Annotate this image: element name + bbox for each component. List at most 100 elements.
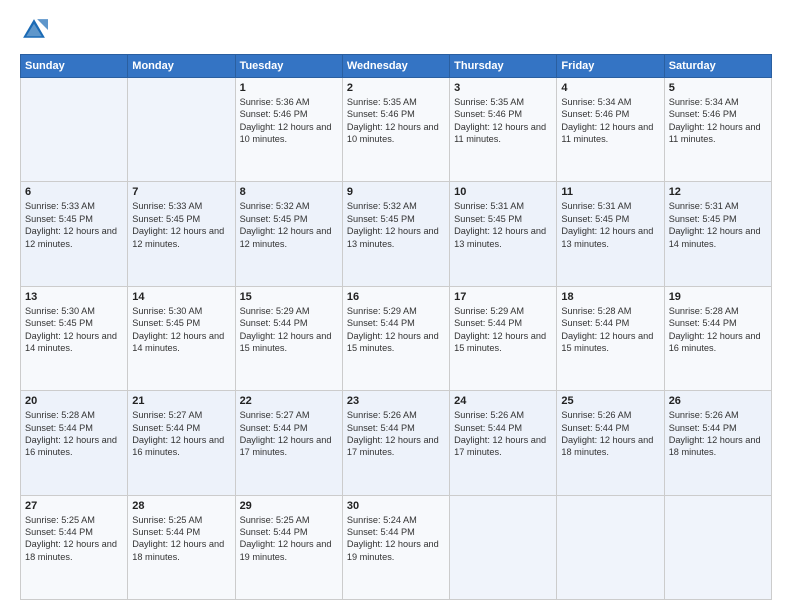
day-detail: Sunrise: 5:24 AMSunset: 5:44 PMDaylight:… [347, 514, 445, 564]
calendar-cell [664, 495, 771, 599]
calendar-cell: 17 Sunrise: 5:29 AMSunset: 5:44 PMDayligh… [450, 286, 557, 390]
calendar-cell: 20Sunrise: 5:28 AMSunset: 5:44 PMDayligh… [21, 391, 128, 495]
day-detail: Sunrise: 5:34 AMSunset: 5:46 PMDaylight:… [561, 96, 659, 146]
weekday-header-friday: Friday [557, 55, 664, 78]
day-detail: Sunrise: 5:30 AMSunset: 5:45 PMDaylight:… [132, 305, 230, 355]
day-detail: Sunrise: 5:25 AMSunset: 5:44 PMDaylight:… [132, 514, 230, 564]
calendar-cell: 15Sunrise: 5:29 AMSunset: 5:44 PMDayligh… [235, 286, 342, 390]
week-row-5: 27 Sunrise: 5:25 AMSunset: 5:44 PMDayligh… [21, 495, 772, 599]
day-detail: Sunrise: 5:29 AMSunset: 5:44 PMDaylight:… [240, 305, 338, 355]
calendar-cell: 28 Sunrise: 5:25 AMSunset: 5:44 PMDayligh… [128, 495, 235, 599]
calendar-cell: 18 Sunrise: 5:28 AMSunset: 5:44 PMDayligh… [557, 286, 664, 390]
day-number: 22 [240, 395, 338, 407]
day-number: 27 [25, 500, 123, 512]
day-number: 20 [25, 395, 123, 407]
calendar-cell: 29 Sunrise: 5:25 AMSunset: 5:44 PMDayligh… [235, 495, 342, 599]
calendar-cell: 10 Sunrise: 5:31 AMSunset: 5:45 PMDayligh… [450, 182, 557, 286]
day-number: 1 [240, 82, 338, 94]
weekday-header-tuesday: Tuesday [235, 55, 342, 78]
page: SundayMondayTuesdayWednesdayThursdayFrid… [0, 0, 792, 612]
calendar-cell: 23 Sunrise: 5:26 AMSunset: 5:44 PMDayligh… [342, 391, 449, 495]
day-detail: Sunrise: 5:35 AMSunset: 5:46 PMDaylight:… [454, 96, 552, 146]
week-row-1: 1Sunrise: 5:36 AMSunset: 5:46 PMDaylight… [21, 78, 772, 182]
calendar-cell: 4 Sunrise: 5:34 AMSunset: 5:46 PMDaylight… [557, 78, 664, 182]
day-detail: Sunrise: 5:25 AMSunset: 5:44 PMDaylight:… [25, 514, 123, 564]
day-detail: Sunrise: 5:25 AMSunset: 5:44 PMDaylight:… [240, 514, 338, 564]
day-detail: Sunrise: 5:27 AMSunset: 5:44 PMDaylight:… [240, 409, 338, 459]
day-detail: Sunrise: 5:29 AMSunset: 5:44 PMDaylight:… [347, 305, 445, 355]
calendar-cell: 11 Sunrise: 5:31 AMSunset: 5:45 PMDayligh… [557, 182, 664, 286]
day-number: 18 [561, 291, 659, 303]
week-row-4: 20Sunrise: 5:28 AMSunset: 5:44 PMDayligh… [21, 391, 772, 495]
day-number: 3 [454, 82, 552, 94]
day-number: 29 [240, 500, 338, 512]
calendar-cell: 1Sunrise: 5:36 AMSunset: 5:46 PMDaylight… [235, 78, 342, 182]
calendar-table: SundayMondayTuesdayWednesdayThursdayFrid… [20, 54, 772, 600]
weekday-header-saturday: Saturday [664, 55, 771, 78]
day-number: 11 [561, 186, 659, 198]
calendar-cell: 27 Sunrise: 5:25 AMSunset: 5:44 PMDayligh… [21, 495, 128, 599]
logo-icon [20, 16, 48, 44]
day-number: 12 [669, 186, 767, 198]
day-detail: Sunrise: 5:32 AMSunset: 5:45 PMDaylight:… [240, 200, 338, 250]
week-row-3: 13 Sunrise: 5:30 AMSunset: 5:45 PMDayligh… [21, 286, 772, 390]
day-number: 26 [669, 395, 767, 407]
day-detail: Sunrise: 5:28 AMSunset: 5:44 PMDaylight:… [669, 305, 767, 355]
day-number: 4 [561, 82, 659, 94]
calendar-cell: 8 Sunrise: 5:32 AMSunset: 5:45 PMDaylight… [235, 182, 342, 286]
day-detail: Sunrise: 5:31 AMSunset: 5:45 PMDaylight:… [454, 200, 552, 250]
day-number: 13 [25, 291, 123, 303]
calendar-cell: 25 Sunrise: 5:26 AMSunset: 5:44 PMDayligh… [557, 391, 664, 495]
weekday-header-thursday: Thursday [450, 55, 557, 78]
weekday-header-sunday: Sunday [21, 55, 128, 78]
day-number: 9 [347, 186, 445, 198]
day-detail: Sunrise: 5:33 AMSunset: 5:45 PMDaylight:… [25, 200, 123, 250]
calendar-cell: 14 Sunrise: 5:30 AMSunset: 5:45 PMDayligh… [128, 286, 235, 390]
header [20, 16, 772, 44]
day-detail: Sunrise: 5:34 AMSunset: 5:46 PMDaylight:… [669, 96, 767, 146]
day-detail: Sunrise: 5:30 AMSunset: 5:45 PMDaylight:… [25, 305, 123, 355]
calendar-cell: 5 Sunrise: 5:34 AMSunset: 5:46 PMDaylight… [664, 78, 771, 182]
day-number: 28 [132, 500, 230, 512]
day-detail: Sunrise: 5:26 AMSunset: 5:44 PMDaylight:… [561, 409, 659, 459]
day-detail: Sunrise: 5:28 AMSunset: 5:44 PMDaylight:… [561, 305, 659, 355]
day-detail: Sunrise: 5:26 AMSunset: 5:44 PMDaylight:… [669, 409, 767, 459]
day-detail: Sunrise: 5:26 AMSunset: 5:44 PMDaylight:… [454, 409, 552, 459]
calendar-cell: 22 Sunrise: 5:27 AMSunset: 5:44 PMDayligh… [235, 391, 342, 495]
day-detail: Sunrise: 5:31 AMSunset: 5:45 PMDaylight:… [669, 200, 767, 250]
calendar-cell [450, 495, 557, 599]
calendar-cell: 19 Sunrise: 5:28 AMSunset: 5:44 PMDayligh… [664, 286, 771, 390]
day-number: 6 [25, 186, 123, 198]
calendar-cell: 21Sunrise: 5:27 AMSunset: 5:44 PMDayligh… [128, 391, 235, 495]
weekday-header-row: SundayMondayTuesdayWednesdayThursdayFrid… [21, 55, 772, 78]
day-detail: Sunrise: 5:31 AMSunset: 5:45 PMDaylight:… [561, 200, 659, 250]
day-number: 19 [669, 291, 767, 303]
day-number: 30 [347, 500, 445, 512]
day-number: 10 [454, 186, 552, 198]
weekday-header-monday: Monday [128, 55, 235, 78]
calendar-cell: 2 Sunrise: 5:35 AMSunset: 5:46 PMDaylight… [342, 78, 449, 182]
day-detail: Sunrise: 5:29 AMSunset: 5:44 PMDaylight:… [454, 305, 552, 355]
calendar-cell: 24 Sunrise: 5:26 AMSunset: 5:44 PMDayligh… [450, 391, 557, 495]
day-number: 25 [561, 395, 659, 407]
day-number: 23 [347, 395, 445, 407]
day-number: 5 [669, 82, 767, 94]
day-detail: Sunrise: 5:26 AMSunset: 5:44 PMDaylight:… [347, 409, 445, 459]
week-row-2: 6 Sunrise: 5:33 AMSunset: 5:45 PMDaylight… [21, 182, 772, 286]
calendar-cell: 6 Sunrise: 5:33 AMSunset: 5:45 PMDaylight… [21, 182, 128, 286]
day-number: 2 [347, 82, 445, 94]
calendar-cell [557, 495, 664, 599]
calendar-cell [21, 78, 128, 182]
weekday-header-wednesday: Wednesday [342, 55, 449, 78]
day-detail: Sunrise: 5:35 AMSunset: 5:46 PMDaylight:… [347, 96, 445, 146]
calendar-cell: 30 Sunrise: 5:24 AMSunset: 5:44 PMDayligh… [342, 495, 449, 599]
day-number: 17 [454, 291, 552, 303]
calendar-cell: 7Sunrise: 5:33 AMSunset: 5:45 PMDaylight… [128, 182, 235, 286]
day-number: 24 [454, 395, 552, 407]
calendar-cell: 26 Sunrise: 5:26 AMSunset: 5:44 PMDayligh… [664, 391, 771, 495]
calendar-cell: 13 Sunrise: 5:30 AMSunset: 5:45 PMDayligh… [21, 286, 128, 390]
day-number: 8 [240, 186, 338, 198]
day-detail: Sunrise: 5:27 AMSunset: 5:44 PMDaylight:… [132, 409, 230, 459]
day-number: 14 [132, 291, 230, 303]
calendar-cell: 16Sunrise: 5:29 AMSunset: 5:44 PMDayligh… [342, 286, 449, 390]
